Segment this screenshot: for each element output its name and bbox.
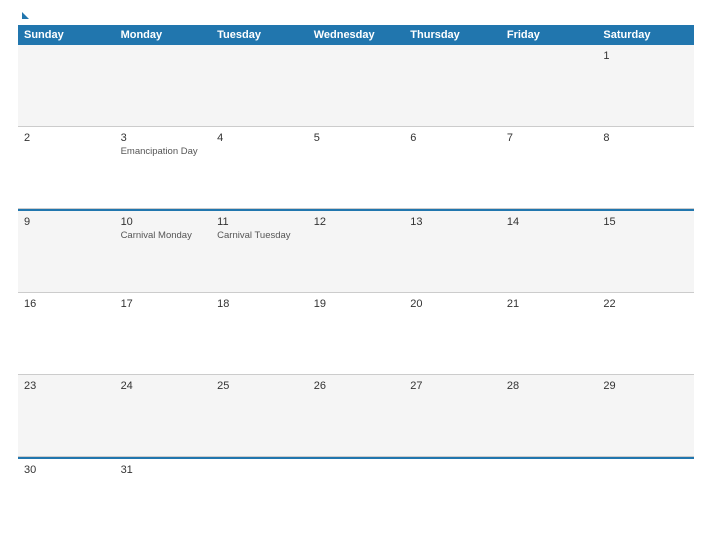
day-number: 14: [507, 216, 592, 228]
day-cell: 4: [211, 127, 308, 208]
day-number: 21: [507, 298, 592, 310]
day-cell: 1: [597, 45, 694, 126]
day-cell: 26: [308, 375, 405, 456]
day-cell: 27: [404, 375, 501, 456]
day-number: 26: [314, 380, 399, 392]
header-sunday: Sunday: [18, 25, 115, 45]
calendar-header: [18, 12, 694, 19]
day-number: 19: [314, 298, 399, 310]
day-cell: 31: [115, 459, 212, 540]
day-cell: [18, 45, 115, 126]
holiday-label: Carnival Monday: [121, 230, 206, 242]
logo: [18, 12, 29, 19]
day-number: 5: [314, 132, 399, 144]
day-cell: 18: [211, 293, 308, 374]
week-row-4: 16 17 18 19 20 21 22: [18, 293, 694, 375]
day-cell: 14: [501, 211, 598, 292]
day-cell: 17: [115, 293, 212, 374]
day-cell: [597, 459, 694, 540]
holiday-label: Carnival Tuesday: [217, 230, 302, 242]
header-monday: Monday: [115, 25, 212, 45]
day-number: 22: [603, 298, 688, 310]
day-cell: 13: [404, 211, 501, 292]
header-tuesday: Tuesday: [211, 25, 308, 45]
day-cell: 9: [18, 211, 115, 292]
week-row-1: 1: [18, 45, 694, 127]
day-cell: 10 Carnival Monday: [115, 211, 212, 292]
day-number: 15: [603, 216, 688, 228]
day-cell: 3 Emancipation Day: [115, 127, 212, 208]
week-row-6: 30 31: [18, 457, 694, 540]
day-headers-row: Sunday Monday Tuesday Wednesday Thursday…: [18, 25, 694, 45]
day-cell: [211, 45, 308, 126]
day-number: 23: [24, 380, 109, 392]
day-cell: 6: [404, 127, 501, 208]
day-number: 28: [507, 380, 592, 392]
day-cell: [211, 459, 308, 540]
holiday-label: Emancipation Day: [121, 146, 206, 158]
logo-triangle-icon: [22, 12, 29, 19]
header-friday: Friday: [501, 25, 598, 45]
day-number: 3: [121, 132, 206, 144]
day-number: 6: [410, 132, 495, 144]
day-number: 1: [603, 50, 688, 62]
day-cell: [308, 459, 405, 540]
day-number: 29: [603, 380, 688, 392]
day-cell: [308, 45, 405, 126]
day-number: 27: [410, 380, 495, 392]
day-cell: [115, 45, 212, 126]
day-cell: 12: [308, 211, 405, 292]
header-thursday: Thursday: [404, 25, 501, 45]
day-number: 12: [314, 216, 399, 228]
day-number: 8: [603, 132, 688, 144]
day-cell: 2: [18, 127, 115, 208]
day-cell: 23: [18, 375, 115, 456]
day-cell: 11 Carnival Tuesday: [211, 211, 308, 292]
day-cell: 7: [501, 127, 598, 208]
calendar-grid: Sunday Monday Tuesday Wednesday Thursday…: [18, 25, 694, 540]
day-number: 30: [24, 464, 109, 476]
day-cell: 5: [308, 127, 405, 208]
day-number: 11: [217, 216, 302, 228]
day-number: 18: [217, 298, 302, 310]
day-number: 17: [121, 298, 206, 310]
day-number: 9: [24, 216, 109, 228]
day-cell: [501, 45, 598, 126]
day-cell: 21: [501, 293, 598, 374]
weeks-container: 123Emancipation Day45678910Carnival Mond…: [18, 45, 694, 540]
day-number: 20: [410, 298, 495, 310]
week-row-2: 23 Emancipation Day 45678: [18, 127, 694, 209]
day-number: 7: [507, 132, 592, 144]
day-number: 24: [121, 380, 206, 392]
day-cell: 25: [211, 375, 308, 456]
day-cell: [501, 459, 598, 540]
day-cell: 29: [597, 375, 694, 456]
day-cell: 15: [597, 211, 694, 292]
day-number: 16: [24, 298, 109, 310]
day-cell: 30: [18, 459, 115, 540]
day-number: 31: [121, 464, 206, 476]
day-cell: 28: [501, 375, 598, 456]
day-cell: 16: [18, 293, 115, 374]
day-cell: 20: [404, 293, 501, 374]
day-cell: 19: [308, 293, 405, 374]
day-cell: 24: [115, 375, 212, 456]
header-saturday: Saturday: [597, 25, 694, 45]
day-cell: [404, 45, 501, 126]
logo-blue-text: [18, 12, 29, 19]
calendar-page: Sunday Monday Tuesday Wednesday Thursday…: [0, 0, 712, 550]
day-number: 25: [217, 380, 302, 392]
week-row-3: 9 10 Carnival Monday 11 Carnival Tuesday 12 13…: [18, 209, 694, 293]
day-cell: 8: [597, 127, 694, 208]
day-cell: 22: [597, 293, 694, 374]
day-number: 4: [217, 132, 302, 144]
day-number: 2: [24, 132, 109, 144]
week-row-5: 23 24 25 26 27 28 29: [18, 375, 694, 457]
day-cell: [404, 459, 501, 540]
header-wednesday: Wednesday: [308, 25, 405, 45]
day-number: 13: [410, 216, 495, 228]
day-number: 10: [121, 216, 206, 228]
